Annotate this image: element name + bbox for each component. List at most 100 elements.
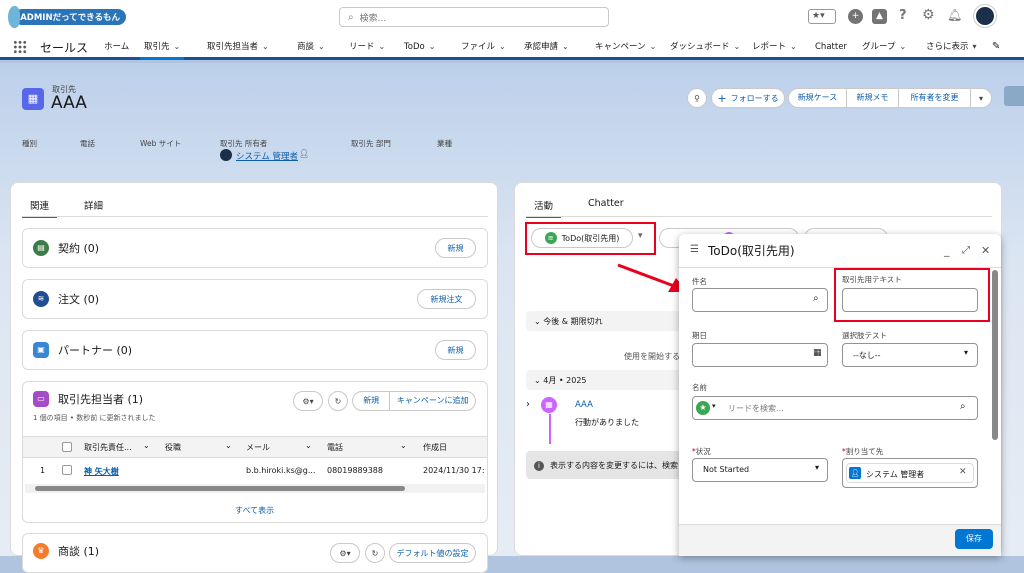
tab-chatter[interactable]: Chatter <box>588 198 624 209</box>
col-name[interactable]: 取引先責任... <box>84 442 132 453</box>
edit-nav-pencil-icon[interactable]: ✎ <box>992 41 1000 52</box>
chevron-down-icon[interactable]: ⌄ <box>790 34 797 60</box>
col-title-sort-icon[interactable]: ⌄ <box>225 441 232 450</box>
contracts-title[interactable]: 契約 (0) <box>58 240 99 256</box>
col-email-sort-icon[interactable]: ⌄ <box>305 441 312 450</box>
set-default-button[interactable]: デフォルト値の設定 <box>389 543 476 563</box>
expand-icon[interactable]: ⤢ <box>962 245 970 256</box>
nav-item-0[interactable]: ホーム <box>104 34 129 60</box>
nav-item-5[interactable]: ToDo ⌄ <box>404 34 435 60</box>
opps-refresh-icon[interactable]: ↻ <box>365 543 385 563</box>
select-all-checkbox[interactable] <box>62 442 72 452</box>
minimize-icon[interactable]: _ <box>944 244 950 257</box>
event-title-link[interactable]: AAA <box>575 400 593 410</box>
chevron-down-icon[interactable]: ⌄ <box>318 34 325 60</box>
upcoming-section-header[interactable]: ⌄ 今後 & 期限切れ <box>526 311 686 331</box>
info-text: 表示する内容を変更するには、検索 <box>550 461 678 470</box>
calendar-icon[interactable]: ▦ <box>813 348 822 358</box>
chevron-down-icon[interactable]: ⌄ <box>379 34 386 60</box>
view-all-link[interactable]: すべて表示 <box>235 505 274 516</box>
subject-input[interactable] <box>692 288 828 312</box>
nav-item-4[interactable]: リード ⌄ <box>349 34 385 60</box>
month-section-header[interactable]: ⌄ 4月 • 2025 <box>526 370 686 390</box>
col-title[interactable]: 役職 <box>165 442 181 453</box>
action-button-group: 新規ケース 新規メモ 所有者を変更 ▾ <box>788 88 992 108</box>
due-date-input[interactable] <box>692 343 828 367</box>
nav-item-8[interactable]: キャンペーン ⌄ <box>595 34 656 60</box>
change-owner-button[interactable]: 所有者を変更 <box>899 89 971 107</box>
global-search-input[interactable]: ⌕ 検索... <box>339 7 609 27</box>
nav-item-12[interactable]: グループ ⌄ <box>862 34 906 60</box>
picklist-select[interactable]: --なし-- <box>842 343 978 367</box>
chevron-down-icon[interactable]: ⌄ <box>562 34 569 60</box>
chevron-down-icon[interactable]: ⌄ <box>262 34 269 60</box>
opps-settings-gear-icon[interactable]: ⚙▾ <box>330 543 360 563</box>
hierarchy-icon[interactable]: ⚲ <box>687 88 707 108</box>
tab-related[interactable]: 関連 <box>22 198 58 218</box>
chevron-down-icon[interactable]: ⌄ <box>900 34 907 60</box>
object-chevron-icon[interactable]: ▾ <box>712 402 716 410</box>
chevron-down-icon[interactable]: ⌄ <box>174 34 181 60</box>
tab-details[interactable]: 詳細 <box>84 198 103 212</box>
help-icon[interactable]: ? <box>899 8 907 23</box>
app-launcher-icon[interactable] <box>13 40 27 54</box>
nav-item-3[interactable]: 商談 ⌄ <box>297 34 325 60</box>
contacts-title[interactable]: 取引先担当者 (1) <box>58 391 143 407</box>
tab-activity[interactable]: 活動 <box>526 198 562 218</box>
chevron-down-icon[interactable]: ⌄ <box>734 34 741 60</box>
horizontal-scrollbar[interactable] <box>25 484 485 493</box>
list-settings-gear-icon[interactable]: ⚙▾ <box>293 391 323 411</box>
account-record-icon: ▦ <box>22 88 44 110</box>
opportunities-title[interactable]: 商談 (1) <box>58 543 99 559</box>
nav-item-10[interactable]: レポート ⌄ <box>752 34 797 60</box>
global-add-icon[interactable]: + <box>848 9 863 24</box>
new-contact-button[interactable]: 新規 <box>353 392 391 410</box>
expand-chevron-icon[interactable]: › <box>526 399 530 410</box>
col-name-sort-icon[interactable]: ⌄ <box>143 441 150 450</box>
chevron-down-icon[interactable]: ▾ <box>973 34 977 60</box>
col-phone-sort-icon[interactable]: ⌄ <box>400 441 407 450</box>
new-contract-button[interactable]: 新規 <box>435 238 476 258</box>
nav-item-11[interactable]: Chatter <box>815 34 847 60</box>
lead-object-icon[interactable]: ★ <box>696 401 710 415</box>
status-select[interactable]: Not Started <box>692 458 828 482</box>
save-button[interactable]: 保存 <box>955 529 993 549</box>
col-phone[interactable]: 電話 <box>327 442 343 453</box>
chevron-down-icon[interactable]: ⌄ <box>499 34 506 60</box>
nav-item-label: 取引先担当者 <box>207 42 259 52</box>
orders-title[interactable]: 注文 (0) <box>58 291 99 307</box>
col-email[interactable]: メール <box>246 442 270 453</box>
follow-button[interactable]: + フォローする <box>711 88 785 108</box>
row-checkbox[interactable] <box>62 465 72 475</box>
new-note-button[interactable]: 新規メモ <box>847 89 899 107</box>
remove-user-icon[interactable]: ✕ <box>959 467 967 477</box>
chevron-down-icon[interactable]: ⌄ <box>429 34 436 60</box>
org-logo[interactable]: ADMINだってできるもん <box>8 4 126 30</box>
favorites-star-icon[interactable]: ★▾ <box>808 9 836 24</box>
col-created[interactable]: 作成日 <box>423 442 447 453</box>
partners-title[interactable]: パートナー (0) <box>58 342 132 358</box>
add-to-campaign-button[interactable]: キャンペーンに追加 <box>390 392 475 410</box>
close-icon[interactable]: ✕ <box>981 244 990 257</box>
composer-scrollbar[interactable] <box>992 270 999 520</box>
owner-link[interactable]: システム 管理者 <box>236 150 298 162</box>
setup-gear-icon[interactable]: ⚙ <box>922 7 935 23</box>
new-order-button[interactable]: 新規注文 <box>417 289 476 309</box>
nav-item-6[interactable]: ファイル ⌄ <box>461 34 506 60</box>
nav-item-13[interactable]: さらに表示 ▾ <box>926 34 977 60</box>
user-avatar[interactable] <box>974 5 996 27</box>
nav-item-7[interactable]: 承認申請 ⌄ <box>524 34 569 60</box>
change-owner-icon[interactable]: 👤︎ <box>299 149 309 158</box>
right-edge-tab[interactable] <box>1004 86 1024 106</box>
contact-name-link[interactable]: 神 矢大樹 <box>84 466 119 477</box>
nav-item-9[interactable]: ダッシュボード ⌄ <box>670 34 740 60</box>
more-actions-chevron-icon[interactable]: ▾ <box>971 94 991 103</box>
refresh-icon[interactable]: ↻ <box>328 391 348 411</box>
trailhead-icon[interactable]: ▲ <box>872 9 887 24</box>
new-partner-button[interactable]: 新規 <box>435 340 476 360</box>
nav-item-2[interactable]: 取引先担当者 ⌄ <box>207 34 269 60</box>
new-case-button[interactable]: 新規ケース <box>789 89 847 107</box>
nav-item-1[interactable]: 取引先 ⌄ <box>140 34 185 60</box>
chevron-down-icon[interactable]: ⌄ <box>650 34 657 60</box>
notification-bell-icon[interactable]: 🔔︎ <box>947 8 962 22</box>
